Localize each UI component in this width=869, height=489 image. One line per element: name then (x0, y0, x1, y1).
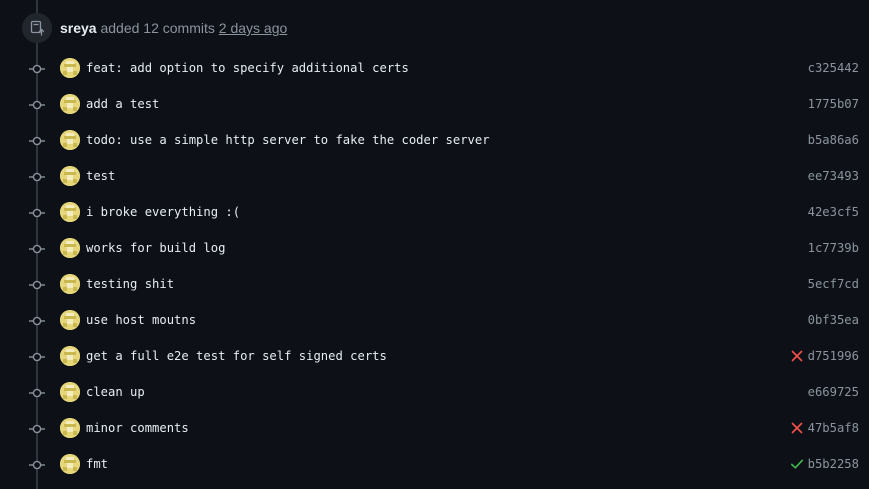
commit-message-link[interactable]: works for build log (86, 240, 225, 256)
avatar[interactable] (60, 94, 80, 114)
git-commit-icon (29, 98, 45, 110)
avatar[interactable] (60, 310, 80, 330)
git-commit-icon (29, 422, 45, 434)
commit-sha-link[interactable]: e669725 (808, 384, 859, 400)
commit-sha-link[interactable]: b5a86a6 (808, 132, 859, 148)
commit-sha-link[interactable]: 42e3cf5 (808, 204, 859, 220)
commit-message-link[interactable]: clean up (86, 384, 145, 400)
status-failure-icon[interactable] (790, 421, 804, 435)
commit-sha-link[interactable]: 1c7739b (808, 240, 859, 256)
status-success-icon[interactable] (790, 457, 804, 471)
commit-sha-link[interactable]: 5ecf7cd (808, 276, 859, 292)
avatar[interactable] (60, 346, 80, 366)
git-commit-icon (29, 206, 45, 218)
commit-sha-link[interactable]: b5b2258 (808, 456, 859, 472)
commit-sha-link[interactable]: 1775b07 (808, 96, 859, 112)
commit-message-link[interactable]: use host moutns (86, 312, 196, 328)
commit-message-link[interactable]: test (86, 168, 115, 184)
commit-message-link[interactable]: todo: use a simple http server to fake t… (86, 132, 490, 148)
event-action: added 12 commits (96, 20, 219, 36)
commit-row: fmt b5b2258 (0, 446, 869, 482)
avatar[interactable] (60, 166, 80, 186)
status-failure-icon[interactable] (790, 349, 804, 363)
commit-row: clean up e669725 (0, 374, 869, 410)
avatar[interactable] (60, 454, 80, 474)
git-commit-icon (29, 350, 45, 362)
commit-message-link[interactable]: testing shit (86, 276, 174, 292)
commit-sha-link[interactable]: ee73493 (808, 168, 859, 184)
event-time-link[interactable]: 2 days ago (219, 20, 288, 36)
git-commit-icon (29, 62, 45, 74)
commit-message-link[interactable]: get a full e2e test for self signed cert… (86, 348, 387, 364)
commit-list: feat: add option to specify additional c… (0, 50, 869, 482)
avatar[interactable] (60, 382, 80, 402)
avatar[interactable] (60, 58, 80, 78)
commit-row: testing shit 5ecf7cd (0, 266, 869, 302)
commit-row: works for build log 1c7739b (0, 230, 869, 266)
commit-sha-link[interactable]: 0bf35ea (808, 312, 859, 328)
avatar[interactable] (60, 202, 80, 222)
commit-message-link[interactable]: add a test (86, 96, 159, 112)
commit-row: minor comments 47b5af8 (0, 410, 869, 446)
git-commit-icon (29, 134, 45, 146)
commit-message-link[interactable]: i broke everything :( (86, 204, 240, 220)
commit-row: feat: add option to specify additional c… (0, 50, 869, 86)
git-commit-icon (29, 386, 45, 398)
push-event-header: sreya added 12 commits 2 days ago (22, 13, 287, 43)
avatar[interactable] (60, 274, 80, 294)
commit-row: get a full e2e test for self signed cert… (0, 338, 869, 374)
avatar[interactable] (60, 418, 80, 438)
git-commit-icon (29, 278, 45, 290)
avatar[interactable] (60, 238, 80, 258)
avatar[interactable] (60, 130, 80, 150)
commit-row: test ee73493 (0, 158, 869, 194)
commit-row: todo: use a simple http server to fake t… (0, 122, 869, 158)
git-commit-icon (29, 242, 45, 254)
commit-message-link[interactable]: feat: add option to specify additional c… (86, 60, 409, 76)
git-commit-icon (29, 458, 45, 470)
commit-row: i broke everything :( 42e3cf5 (0, 194, 869, 230)
commit-message-link[interactable]: minor comments (86, 420, 189, 436)
commit-row: use host moutns 0bf35ea (0, 302, 869, 338)
event-text: sreya added 12 commits 2 days ago (60, 20, 287, 36)
repo-push-icon (22, 13, 52, 43)
git-commit-icon (29, 170, 45, 182)
commit-message-link[interactable]: fmt (86, 456, 108, 472)
commit-row: add a test 1775b07 (0, 86, 869, 122)
git-commit-icon (29, 314, 45, 326)
commit-sha-link[interactable]: 47b5af8 (808, 420, 859, 436)
event-author-link[interactable]: sreya (60, 20, 97, 36)
commit-sha-link[interactable]: c325442 (808, 60, 859, 76)
commit-sha-link[interactable]: d751996 (808, 348, 859, 364)
